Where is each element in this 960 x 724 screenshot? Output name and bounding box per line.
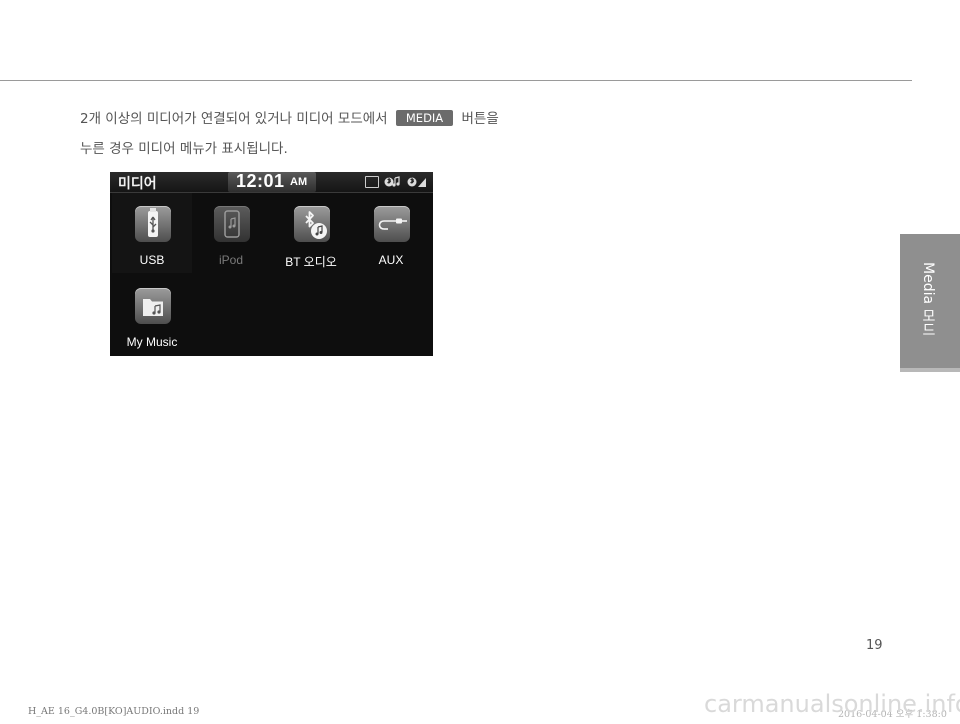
media-button-chip: MEDIA <box>395 110 454 126</box>
media-source-grid: USB iPod BT 오디오 AUX My Music <box>110 193 433 356</box>
usb-icon <box>135 206 171 242</box>
instruction-text: 2개 이상의 미디어가 연결되어 있거나 미디어 모드에서 MEDIA 버튼을 … <box>80 104 499 164</box>
media-source-ipod[interactable]: iPod <box>191 193 271 273</box>
header-rule <box>0 80 912 81</box>
instruction-line-1: 2개 이상의 미디어가 연결되어 있거나 미디어 모드에서 MEDIA 버튼을 <box>80 104 499 134</box>
section-side-tab-label: Media 모드 <box>920 262 936 337</box>
media-source-label: USB <box>139 253 165 267</box>
instruction-text-after: 버튼을 <box>461 111 499 127</box>
print-footer-file: H_AE 16_G4.0B[KO]AUDIO.indd 19 <box>28 706 200 717</box>
media-source-label: AUX <box>378 253 404 267</box>
instruction-line-2: 누른 경우 미디어 메뉴가 표시됩니다. <box>80 141 288 157</box>
instruction-text-before: 2개 이상의 미디어가 연결되어 있거나 미디어 모드에서 <box>80 111 388 127</box>
folder-music-icon <box>135 288 171 324</box>
bt-audio-status-icon <box>384 176 400 187</box>
media-source-usb[interactable]: USB <box>112 193 192 273</box>
clock-time: 12:01 <box>236 172 285 191</box>
media-source-label: My Music <box>126 335 178 349</box>
status-icons <box>365 176 427 188</box>
media-screen: 미디어 12:01 AM USB iPod BT 오디오 AUX My Musi… <box>110 172 433 356</box>
media-source-my-music[interactable]: My Music <box>112 275 192 355</box>
media-source-bt-audio[interactable]: BT 오디오 <box>271 193 351 273</box>
page-number: 19 <box>866 638 883 653</box>
media-source-aux[interactable]: AUX <box>351 193 431 273</box>
aux-cable-icon <box>374 206 410 242</box>
ipod-icon <box>214 206 250 242</box>
bluetooth-audio-icon <box>294 206 330 242</box>
media-source-label: iPod <box>218 253 244 267</box>
watermark: carmanualsonline.info <box>704 690 960 718</box>
clock-display: 12:01 AM <box>228 172 316 192</box>
screen-title: 미디어 <box>118 175 157 191</box>
section-side-tab: Media 모드 <box>900 234 960 372</box>
media-source-label: BT 오디오 <box>285 255 337 269</box>
clock-ampm: AM <box>290 176 308 188</box>
status-bar: 미디어 12:01 AM <box>110 172 433 193</box>
phone-signal-icon <box>407 177 426 187</box>
battery-icon <box>365 176 379 188</box>
